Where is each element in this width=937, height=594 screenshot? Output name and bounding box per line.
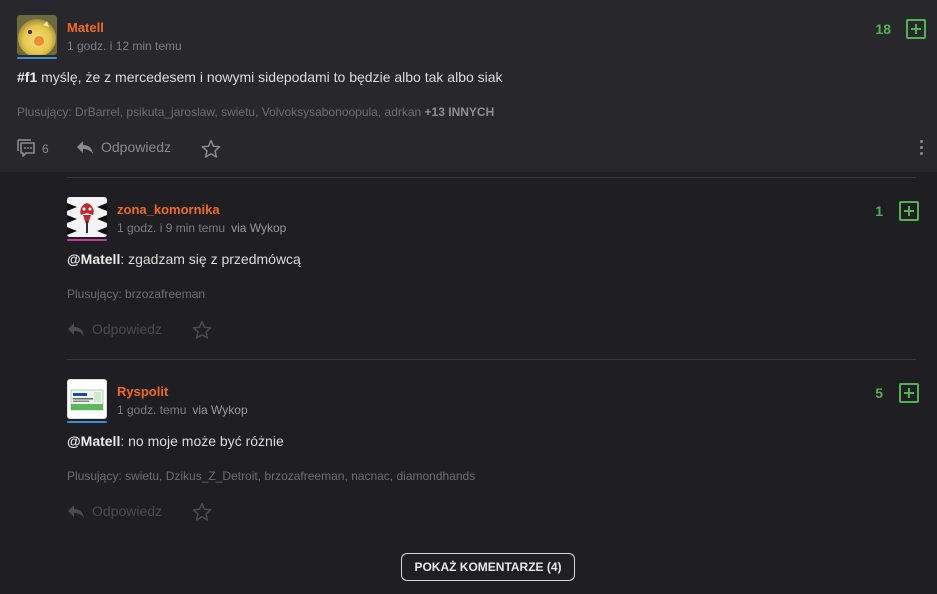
- vote-score: 1: [875, 203, 883, 219]
- author-username[interactable]: Ryspolit: [117, 384, 168, 399]
- upvote-button[interactable]: [899, 201, 919, 221]
- star-icon: [192, 320, 212, 339]
- avatar-underline: [67, 421, 107, 423]
- kebab-dot: [920, 146, 923, 149]
- comment-meta: 1 godz. temu via Wykop: [117, 403, 248, 417]
- voters-list: Plusujący: DrBarrel, psikuta_jaroslaw, s…: [17, 105, 494, 119]
- reply-button[interactable]: Odpowiedz: [76, 139, 171, 155]
- author-username[interactable]: zona_komornika: [117, 202, 220, 217]
- kebab-dot: [920, 152, 923, 155]
- comment-body: @Matell: no moje może być różnie: [67, 433, 284, 449]
- reply-button[interactable]: Odpowiedz: [67, 321, 162, 337]
- reply-arrow-icon: [77, 141, 93, 154]
- avatar-underline: [67, 239, 107, 241]
- author-username[interactable]: Matell: [67, 20, 104, 35]
- reply-arrow-icon: [68, 323, 84, 336]
- avatar-image: [67, 197, 107, 237]
- favorite-button[interactable]: [192, 502, 219, 522]
- vote-score: 5: [875, 385, 883, 401]
- avatar[interactable]: [67, 379, 107, 419]
- timestamp-text: 1 godz. i 12 min temu: [67, 39, 182, 53]
- mention-link[interactable]: @Matell: [67, 433, 120, 449]
- upvote-button[interactable]: [899, 383, 919, 403]
- reply-arrow-icon: [68, 505, 84, 518]
- via-source[interactable]: via Wykop: [231, 221, 286, 235]
- separator: [67, 177, 916, 178]
- show-comments-button[interactable]: POKAŻ KOMENTARZE (4): [401, 553, 575, 581]
- hashtag-link[interactable]: #f1: [17, 69, 37, 85]
- avatar-image: [17, 15, 57, 55]
- comment-text: : zgadzam się z przedmówcą: [120, 251, 301, 267]
- timestamp-text[interactable]: 1 godz. temu: [117, 403, 186, 417]
- more-options-menu[interactable]: [920, 140, 924, 158]
- star-icon: [192, 502, 212, 521]
- voters-list[interactable]: Plusujący: swietu, Dzikus_Z_Detroit, brz…: [67, 469, 475, 483]
- via-source[interactable]: via Wykop: [192, 403, 247, 417]
- avatar-underline: [17, 57, 57, 59]
- entry-timestamp[interactable]: 1 godz. i 12 min temu: [67, 39, 182, 53]
- reply-label: Odpowiedz: [101, 139, 172, 155]
- avatar[interactable]: [17, 15, 57, 55]
- vote-score: 18: [875, 21, 891, 37]
- reply-label: Odpowiedz: [92, 321, 163, 337]
- favorite-button[interactable]: [192, 320, 219, 340]
- separator: [67, 359, 916, 360]
- comment-body: @Matell: zgadzam się z przedmówcą: [67, 251, 301, 267]
- comments-icon: [17, 139, 35, 157]
- timestamp-text[interactable]: 1 godz. i 9 min temu: [117, 221, 225, 235]
- avatar-image: [68, 380, 106, 418]
- entry-text: myślę, że z mercedesem i nowymi sidepoda…: [37, 69, 503, 85]
- reply-label: Odpowiedz: [92, 503, 163, 519]
- comments-count: 6: [42, 142, 49, 156]
- main-entry: Matell 1 godz. i 12 min temu 18 #f1 myśl…: [0, 0, 937, 172]
- voters-more-link[interactable]: +13 INNYCH: [425, 105, 495, 119]
- favorite-button[interactable]: [201, 139, 228, 159]
- reply-button[interactable]: Odpowiedz: [67, 503, 162, 519]
- entry-body: #f1 myślę, że z mercedesem i nowymi side…: [17, 69, 503, 85]
- comment-meta: 1 godz. i 9 min temu via Wykop: [117, 221, 286, 235]
- star-icon: [201, 139, 221, 158]
- comments-count-button[interactable]: 6: [17, 139, 49, 159]
- kebab-dot: [920, 140, 923, 143]
- comment-text: : no moje może być różnie: [120, 433, 284, 449]
- mention-link[interactable]: @Matell: [67, 251, 120, 267]
- voters-list[interactable]: Plusujący: brzozafreeman: [67, 287, 205, 301]
- voters-names[interactable]: Plusujący: DrBarrel, psikuta_jaroslaw, s…: [17, 105, 425, 119]
- avatar[interactable]: [67, 197, 107, 237]
- upvote-button[interactable]: [906, 19, 926, 39]
